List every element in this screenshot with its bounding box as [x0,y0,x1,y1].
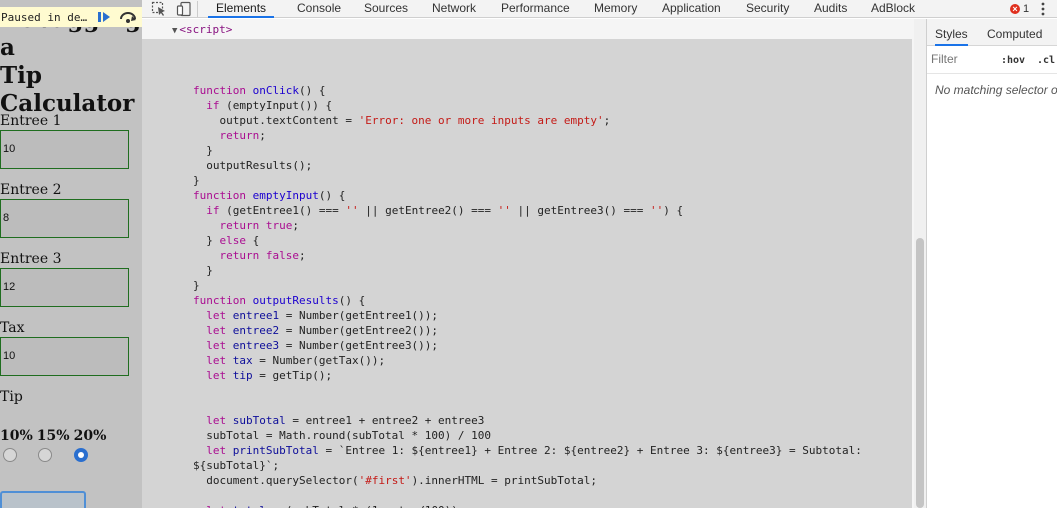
code-line: let entree3 = Number(getEntree3()); [206,339,439,352]
script-source-code: function onClick() { if (emptyInput()) {… [193,83,862,508]
tab-console[interactable]: Console [289,0,349,18]
code-line: let entree1 = Number(getEntree1()); [206,309,439,322]
code-line: outputResults(); [193,159,313,172]
paused-label: Paused in de… [1,10,88,24]
code-line: let tax = Number(getTax()); [206,354,386,367]
code-line: let subTotal = entree1 + entree2 + entre… [206,414,485,427]
code-line: function outputResults() { [193,294,366,307]
entree-3-label: Entree 3 [0,251,62,267]
page-viewport: Debugging a Tip Calculator Paused in de…… [0,0,142,508]
code-line: if (emptyInput()) { [206,99,333,112]
calculate-button[interactable] [0,491,86,508]
tip-radio-10[interactable] [3,448,17,462]
code-line: } [193,264,213,277]
code-line: } else { [193,234,260,247]
entree-1-label: Entree 1 [0,113,62,129]
code-line: } [193,144,213,157]
device-toolbar-icon[interactable] [176,1,192,17]
code-line: function onClick() { [193,84,326,97]
error-count: 1 [1023,3,1030,15]
styles-sidebar: Styles Computed :hov .cl No matching sel… [926,19,1057,508]
code-line: if (getEntree1() === '' || getEntree2() … [206,204,684,217]
more-options-icon[interactable] [1040,1,1046,17]
hov-toggle[interactable]: :hov [1001,55,1025,66]
tip-radio-15[interactable] [38,448,52,462]
tab-audits[interactable]: Audits [806,0,855,18]
tab-sources[interactable]: Sources [356,0,416,18]
inspect-element-icon[interactable] [151,1,167,17]
tip-option-15-label: 15% [36,428,70,444]
tip-options-row: 10% 15% 20% [0,428,106,444]
styles-tabbar: Styles Computed [927,19,1057,46]
tip-option-20-label: 20% [73,428,107,444]
code-line: return true; [219,219,300,232]
script-source-block: function onClick() { if (emptyInput()) {… [142,39,912,508]
tab-styles[interactable]: Styles [935,27,968,46]
tab-computed[interactable]: Computed [987,27,1042,41]
toolbar-divider [197,1,198,17]
page-title-line-2: Tip [0,62,42,89]
tab-network[interactable]: Network [424,0,484,18]
step-over-icon[interactable] [119,10,137,24]
tab-application[interactable]: Application [654,0,729,18]
error-icon: × [1010,4,1020,14]
no-matching-selector-message: No matching selector o [935,83,1057,97]
tip-radio-20[interactable] [74,448,88,462]
code-line: } [193,174,200,187]
elements-tree-pane: ▼<script> … function onClick() { if (emp… [142,19,926,508]
code-line: subTotal = Math.round(subTotal * 100) / … [193,429,492,442]
resume-icon[interactable] [97,10,111,24]
code-line: let entree2 = Number(getEntree2()); [206,324,439,337]
code-line: return false; [219,249,306,262]
entree-2-input[interactable]: 8 [0,199,129,238]
expand-triangle-icon[interactable]: ▼ [172,26,177,36]
devtools-tabbar: Elements Console Sources Network Perform… [142,0,1057,18]
code-line: let total = (subTotal * (1 + tax/100)) [193,503,862,508]
code-line: output.textContent = 'Error: one or more… [193,114,611,127]
paused-in-debugger-bar: Paused in de… [0,7,142,27]
code-line: let tip = getTip(); [206,369,333,382]
devtools-panel: Elements Console Sources Network Perform… [142,0,1057,508]
tab-performance[interactable]: Performance [493,0,578,18]
tab-elements[interactable]: Elements [208,0,275,18]
tip-label: Tip [0,389,23,405]
tax-label: Tax [0,320,25,336]
styles-filter-input[interactable] [931,52,991,66]
tab-adblock[interactable]: AdBlock [863,0,923,18]
cls-toggle[interactable]: .cl [1037,55,1055,66]
tax-input[interactable]: 10 [0,337,129,376]
entree-3-input[interactable]: 12 [0,268,129,307]
styles-filter-row: :hov .cl [927,47,1057,74]
code-line: function emptyInput() { [193,189,346,202]
code-line: let printSubTotal = `Entree 1: ${entree1… [206,444,862,457]
script-tree-node[interactable]: ▼ <script> [172,23,232,36]
tip-option-10-label: 10% [0,428,33,444]
tab-memory[interactable]: Memory [586,0,645,18]
error-counter[interactable]: × 1 [1010,0,1029,18]
entree-2-label: Entree 2 [0,182,62,198]
code-line: ${subTotal}`; [193,459,280,472]
script-tag-text: <script> [179,23,233,36]
scrollbar-thumb[interactable] [916,238,924,508]
entree-1-input[interactable]: 10 [0,130,129,169]
code-line: } [193,279,200,292]
tab-security[interactable]: Security [738,0,797,18]
code-line: document.querySelector('#first').innerHT… [193,474,597,487]
code-line: return; [219,129,266,142]
